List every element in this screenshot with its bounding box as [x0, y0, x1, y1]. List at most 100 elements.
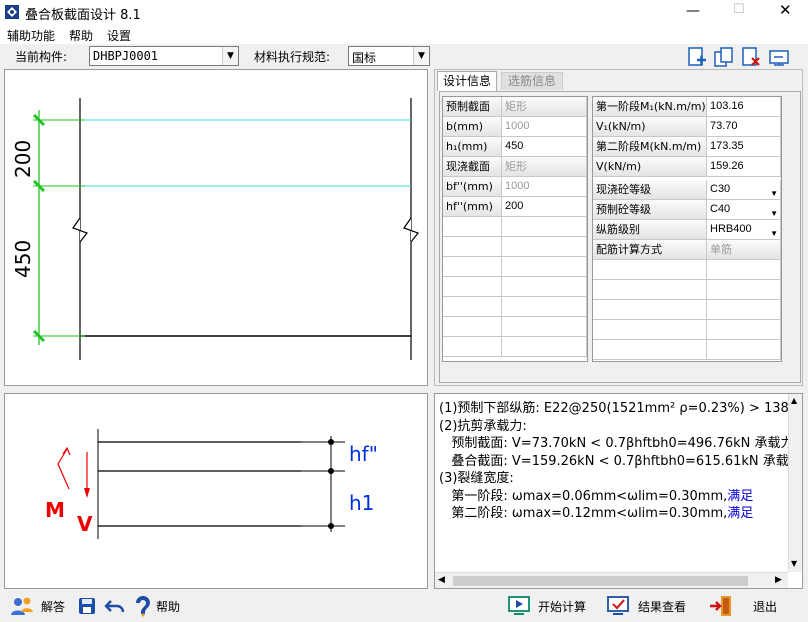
right-grid: 第一阶段M₁(kN.m/m) 103.16 V₁(kN/m) 73.70 第二阶段M(k… [592, 96, 782, 362]
results-vscrollbar[interactable]: ▲ ▼ [788, 394, 802, 572]
menu-help[interactable]: 帮助 [69, 27, 93, 44]
left-grid-value [502, 277, 587, 297]
close-icon[interactable]: ✕ [779, 1, 792, 19]
component-label: 当前构件: [15, 50, 68, 64]
right-grid-value-text: C40 [710, 203, 731, 215]
right-grid-value-text: C30 [710, 183, 731, 195]
right-grid-value-text: 103.16 [710, 100, 744, 112]
elevation-diagram-panel: 200 450 [4, 69, 428, 386]
tab-design-info[interactable]: 设计信息 [437, 71, 497, 91]
right-grid-label [593, 260, 707, 280]
right-grid-value [707, 280, 781, 300]
result-text: 第二阶段: ωmax=0.12mm<ωlim=0.30mm, [439, 506, 728, 521]
hf-label: hf" [349, 442, 378, 466]
scroll-up-icon[interactable]: ▲ [791, 396, 797, 405]
scroll-right-icon[interactable]: ▶ [775, 575, 782, 585]
help-icon [136, 596, 150, 617]
tab-rebar-info[interactable]: 选筋信息 [501, 72, 563, 90]
results-text: (1)预制下部纵筋: E22@250(1521mm² ρ=0.23%) > 13… [435, 397, 790, 569]
users-icon [11, 597, 33, 615]
copy-component-icon[interactable] [713, 46, 735, 68]
right-grid-value[interactable]: C40 ▼ [707, 200, 781, 220]
right-grid-value [707, 300, 781, 320]
right-grid-label [593, 340, 707, 360]
result-line: 第二阶段: ωmax=0.12mm<ωlim=0.30mm,满足 [439, 502, 753, 521]
left-grid-value [502, 257, 587, 277]
start-calc-button[interactable]: 开始计算 [508, 595, 593, 617]
chevron-down-icon[interactable]: ▼ [770, 204, 778, 219]
chevron-down-icon: ▼ [413, 47, 429, 65]
right-grid-value-text: 73.70 [710, 120, 738, 132]
code-label: 材料执行规范: [254, 50, 331, 64]
hscroll-thumb[interactable] [453, 576, 748, 586]
window-title: 叠合板截面设计 8.1 [25, 8, 141, 23]
dim-bottom-label: 450 [11, 239, 35, 278]
left-grid-value[interactable]: 450 [502, 137, 587, 157]
elevation-diagram [32, 98, 419, 360]
left-grid-label: h₁(mm) [443, 137, 502, 157]
right-grid-value-text: 159.26 [710, 160, 744, 172]
left-grid-label [443, 217, 502, 237]
chevron-down-icon[interactable]: ▼ [770, 184, 778, 199]
left-grid-value [502, 317, 587, 337]
left-grid-value[interactable]: 200 [502, 197, 587, 217]
left-grid-label [443, 337, 502, 357]
right-grid-value-text: 单筋 [710, 243, 732, 256]
view-results-button[interactable]: 结果查看 [607, 595, 692, 617]
code-select[interactable]: 国标 ▼ [348, 46, 430, 66]
exit-door-icon [710, 596, 731, 616]
left-grid-value [502, 217, 587, 237]
undo-icon[interactable] [104, 598, 126, 614]
right-grid-value[interactable]: 73.70 [707, 117, 781, 137]
right-grid-value[interactable]: 103.16 [707, 97, 781, 117]
right-grid-label: 第二阶段M(kN.m/m) [593, 137, 707, 157]
right-grid-label: V(kN/m) [593, 157, 707, 177]
design-grid-area: 预制截面 矩形 b(mm) 1000 h₁(mm) 450 现浇截面 矩形 bf''(mm) 10… [439, 91, 801, 383]
exit-button[interactable]: 退出 [709, 595, 784, 617]
left-grid-label: hf''(mm) [443, 197, 502, 217]
chevron-down-icon[interactable]: ▼ [770, 224, 778, 239]
minimize-icon[interactable]: — [686, 3, 700, 19]
h1-label: h1 [349, 491, 375, 515]
right-grid-value [707, 320, 781, 340]
design-panel: 设计信息 选筋信息 预制截面 矩形 b(mm) 1000 h₁(mm) 450 现浇截面 矩形… [434, 69, 803, 386]
left-grid-label [443, 277, 502, 297]
right-grid-value[interactable]: 159.26 [707, 157, 781, 177]
left-grid-value: 矩形 [502, 157, 587, 177]
left-grid-label: 现浇截面 [443, 157, 502, 177]
right-grid-label: V₁(kN/m) [593, 117, 707, 137]
right-grid-value[interactable]: 单筋 [707, 240, 781, 260]
add-component-icon[interactable] [686, 46, 708, 68]
maximize-icon[interactable]: ☐ [733, 2, 745, 17]
shear-label: V [77, 512, 93, 536]
menu-assist[interactable]: 辅助功能 [7, 27, 55, 44]
right-grid-value[interactable]: 173.35 [707, 137, 781, 157]
right-grid-value[interactable]: C30 ▼ [707, 180, 781, 200]
scroll-left-icon[interactable]: ◀ [438, 575, 445, 585]
menu-settings[interactable]: 设置 [107, 27, 131, 44]
right-grid-label: 配筋计算方式 [593, 240, 707, 260]
export-component-icon[interactable] [768, 46, 790, 68]
title-bar: 叠合板截面设计 8.1 — ☐ ✕ [0, 0, 808, 24]
right-grid-label: 纵筋级别 [593, 220, 707, 240]
help-button[interactable]: 帮助 [134, 595, 194, 617]
right-grid-label [593, 320, 707, 340]
right-grid-value[interactable]: HRB400 ▼ [707, 220, 781, 240]
results-hscrollbar[interactable]: ◀ ▶ [435, 572, 788, 588]
results-panel: (1)预制下部纵筋: E22@250(1521mm² ρ=0.23%) > 13… [434, 393, 803, 589]
component-select[interactable]: DHBPJ0001 ▼ [89, 46, 239, 66]
right-grid-value-text: HRB400 [710, 223, 752, 235]
answer-button[interactable]: 解答 [10, 595, 70, 617]
left-grid-value [502, 237, 587, 257]
dim-top-label: 200 [11, 139, 35, 178]
delete-component-icon[interactable] [740, 46, 762, 68]
save-icon[interactable] [78, 597, 96, 615]
right-grid-value [707, 260, 781, 280]
monitor-check-icon [607, 596, 629, 615]
scroll-down-icon[interactable]: ▼ [791, 559, 797, 568]
left-grid: 预制截面 矩形 b(mm) 1000 h₁(mm) 450 现浇截面 矩形 bf''(mm) 10… [442, 96, 588, 362]
result-line: (3)裂缝宽度: [439, 467, 514, 486]
left-grid-label: b(mm) [443, 117, 502, 137]
menu-bar: 辅助功能 帮助 设置 [0, 24, 808, 44]
left-grid-value: 1000 [502, 117, 587, 137]
